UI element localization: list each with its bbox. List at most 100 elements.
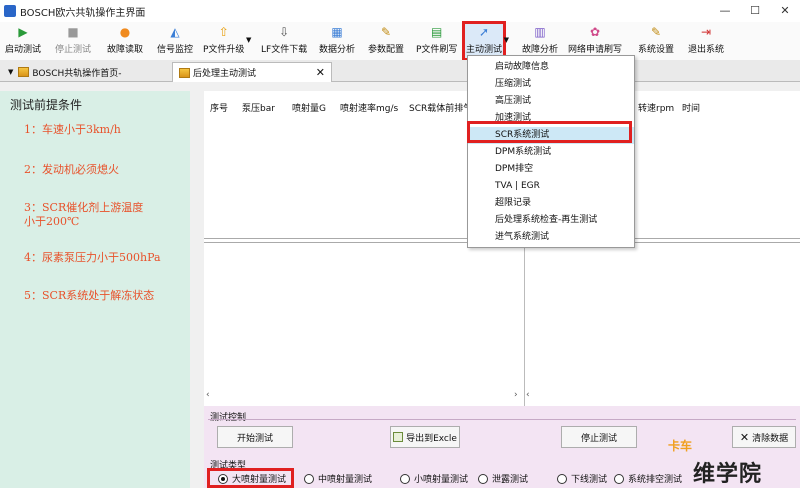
toolbar-button-download[interactable]: ⇩ LF文件下载 [258, 22, 310, 60]
clear-data-button[interactable]: ✕ 清除数据 [732, 426, 796, 448]
radio-label: 泄露测试 [492, 475, 529, 485]
test-type-radio[interactable]: 下线测试 [557, 472, 607, 485]
condition-item: 5：SCR系统处于解冻状态 [24, 289, 155, 302]
radio-dot-icon[interactable] [614, 473, 624, 484]
toolbar-button-flash[interactable]: ▤ P文件刷写 [413, 22, 460, 60]
toolbar-label: 数据分析 [319, 45, 356, 55]
radio-label: 下线测试 [571, 475, 608, 485]
menu-item[interactable]: 进气系统测试 [468, 229, 634, 246]
app-icon [4, 5, 16, 17]
highlight-box [207, 468, 294, 488]
toolbar-button-upgrade[interactable]: ⇧ P文件升级 ▼ [200, 22, 251, 60]
toolbar-label: 故障读取 [107, 45, 144, 55]
tab-aftertreatment-active-test[interactable]: 后处理主动测试 ✕ [172, 62, 332, 82]
stop-test-label: 停止测试 [580, 433, 617, 444]
main-toolbar: ▶ 启动测试 ■ 停止测试 ● 故障读取 ◭ 信号监控 ⇧ P文件升级 ▼ ⇩ LF文件下载 ▦ 数据分析 ✎… [0, 21, 800, 61]
radio-dot-icon[interactable] [557, 473, 567, 484]
preconditions-panel: 测试前提条件 1：车速小于3km/h 2：发动机必须熄火 3：SCR催化剂上游温… [0, 91, 190, 488]
toolbar-label: LF文件下载 [261, 45, 308, 55]
radio-label: 中喷射量测试 [318, 475, 373, 485]
test-type-radio[interactable]: 中喷射量测试 [304, 472, 372, 485]
toolbar-label: P文件刷写 [416, 45, 458, 55]
toolbar-label: P文件升级 [203, 45, 245, 55]
title-bar: BOSCH欧六共轨操作主界面 — ☐ ✕ [0, 0, 800, 22]
test-type-radio[interactable]: 系统排空测试 [614, 472, 682, 485]
toolbar-label: 启动测试 [5, 45, 42, 55]
excel-icon [393, 432, 404, 442]
toolbar-label: 信号监控 [157, 45, 194, 55]
toolbar-button-signal-monitor[interactable]: ◭ 信号监控 [154, 22, 196, 60]
upgrade-icon: ⇧ [218, 25, 229, 39]
scroll-left-arrow-icon[interactable]: ‹ [206, 390, 210, 400]
menu-item[interactable]: 启动故障信息 [468, 59, 634, 76]
start-test-button[interactable]: 开始测试 [217, 426, 293, 448]
divider [208, 419, 796, 420]
toolbar-button-param-config[interactable]: ✎ 参数配置 [365, 22, 407, 60]
dropdown-caret-icon[interactable]: ▼ [504, 36, 509, 44]
test-type-radio[interactable]: 小喷射量测试 [400, 472, 468, 485]
network-icon: ✿ [589, 25, 601, 39]
scroll-right-arrow-icon[interactable]: › [514, 390, 518, 400]
download-icon: ⇩ [279, 25, 290, 39]
toolbar-button-settings[interactable]: ✎ 系统设置 [635, 22, 677, 60]
menu-item[interactable]: 压缩测试 [468, 76, 634, 93]
radio-dot-icon[interactable] [304, 473, 314, 484]
toolbar-button-data-analysis[interactable]: ▦ 数据分析 [316, 22, 358, 60]
toolbar-label: 网络申请刷写 [568, 45, 623, 55]
toolbar-button-stop[interactable]: ■ 停止测试 [52, 22, 94, 60]
fault-analysis-icon: ▥ [534, 25, 546, 39]
column-header: 喷射量G [292, 104, 326, 114]
radio-label: 小喷射量测试 [414, 475, 469, 485]
toolbar-button-fault-read[interactable]: ● 故障读取 [104, 22, 146, 60]
menu-item[interactable]: 后处理系统检查-再生测试 [468, 212, 634, 229]
column-header: 泵压bar [242, 104, 275, 114]
minimize-button[interactable]: — [710, 0, 740, 22]
signal-monitor-icon: ◭ [170, 25, 180, 39]
radio-dot-icon[interactable] [400, 473, 410, 484]
document-tabbar: ▼ BOSCH共轨操作首页- 后处理主动测试 ✕ [0, 60, 800, 82]
exit-icon: ⇥ [700, 25, 712, 39]
column-header: 喷射速率mg/s [340, 104, 399, 114]
clear-icon: ✕ [739, 430, 750, 444]
grid-lower-pane[interactable] [204, 242, 800, 406]
tab-label: BOSCH共轨操作首页- [32, 68, 122, 79]
active-test-icon: ➚ [478, 25, 490, 39]
watermark-top: 卡车 [668, 439, 693, 453]
tab-label: 后处理主动测试 [193, 69, 257, 79]
menu-item[interactable]: DPM排空 [468, 161, 634, 178]
pane-splitter[interactable] [524, 242, 525, 406]
toolbar-button-play[interactable]: ▶ 启动测试 [2, 22, 44, 60]
settings-icon: ✎ [650, 25, 662, 39]
close-button[interactable]: ✕ [770, 0, 800, 22]
tab-close-icon[interactable]: ✕ [316, 66, 325, 79]
menu-item[interactable]: 高压测试 [468, 93, 634, 110]
toolbar-label: 退出系统 [688, 45, 725, 55]
play-icon: ▶ [18, 25, 28, 39]
dropdown-caret-icon[interactable]: ▼ [246, 36, 251, 44]
column-header: SCR载体前排气 [409, 104, 473, 114]
column-header: 转速rpm [638, 104, 675, 114]
stop-test-button[interactable]: 停止测试 [561, 426, 637, 448]
menu-item[interactable]: TVA | EGR [468, 178, 634, 195]
menu-item[interactable]: DPM系统测试 [468, 144, 634, 161]
flash-icon: ▤ [431, 25, 443, 39]
restore-button[interactable]: ☐ [740, 0, 770, 22]
condition-item: 4：尿素泵压力小于500hPa [24, 251, 161, 264]
folder-icon [18, 67, 30, 77]
toolbar-label: 系统设置 [638, 45, 675, 55]
highlight-box [467, 121, 632, 143]
radio-dot-icon[interactable] [478, 473, 488, 484]
column-header: 序号 [210, 104, 229, 114]
condition-item: 1：车速小于3km/h [24, 123, 121, 136]
scroll-left-arrow-icon[interactable]: ‹ [526, 390, 530, 400]
tab-bosch-home[interactable]: ▼ BOSCH共轨操作首页- [2, 62, 128, 82]
condition-item: 2：发动机必须熄火 [24, 163, 119, 176]
toolbar-button-exit[interactable]: ⇥ 退出系统 [685, 22, 727, 60]
menu-item[interactable]: 超限记录 [468, 195, 634, 212]
test-type-radio[interactable]: 泄露测试 [478, 472, 528, 485]
stop-icon: ■ [67, 25, 79, 39]
clear-data-label: 清除数据 [752, 433, 789, 444]
radio-label: 系统排空测试 [628, 475, 683, 485]
export-excel-button[interactable]: 导出到Excle [390, 426, 460, 448]
tab-dropdown-arrow-icon[interactable]: ▼ [8, 68, 13, 76]
